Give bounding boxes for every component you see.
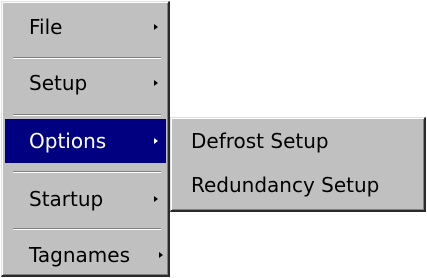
submenu-item-label: Defrost Setup bbox=[191, 129, 329, 153]
menu-item-label: Startup bbox=[29, 187, 104, 211]
menu-item-tagnames[interactable]: Tagnames bbox=[5, 233, 166, 277]
menu-separator bbox=[13, 57, 161, 59]
submenu-item-defrost-setup[interactable]: Defrost Setup bbox=[174, 121, 421, 161]
menu-item-label: File bbox=[29, 15, 63, 39]
submenu-item-label: Redundancy Setup bbox=[191, 173, 380, 197]
menu-item-startup[interactable]: Startup bbox=[5, 177, 166, 221]
chevron-right-icon bbox=[159, 252, 163, 258]
menu-item-options[interactable]: Options bbox=[5, 119, 166, 163]
menu-item-label: Setup bbox=[29, 71, 88, 95]
chevron-right-icon bbox=[154, 80, 158, 86]
chevron-right-icon bbox=[154, 24, 158, 30]
screen: File Setup Options Startup Tagnames Defr… bbox=[0, 0, 427, 278]
menu-separator bbox=[13, 114, 161, 116]
menu-item-label: Options bbox=[29, 129, 107, 153]
chevron-right-icon bbox=[154, 196, 158, 202]
chevron-right-icon bbox=[154, 138, 158, 144]
menu-separator bbox=[13, 228, 161, 230]
menu-separator bbox=[13, 171, 161, 173]
submenu-item-redundancy-setup[interactable]: Redundancy Setup bbox=[174, 165, 421, 205]
menu-item-label: Tagnames bbox=[29, 243, 130, 267]
menu-item-setup[interactable]: Setup bbox=[5, 61, 166, 105]
menu-item-file[interactable]: File bbox=[5, 5, 166, 49]
options-submenu: Defrost Setup Redundancy Setup bbox=[170, 117, 426, 212]
main-menu: File Setup Options Startup Tagnames bbox=[1, 1, 170, 277]
